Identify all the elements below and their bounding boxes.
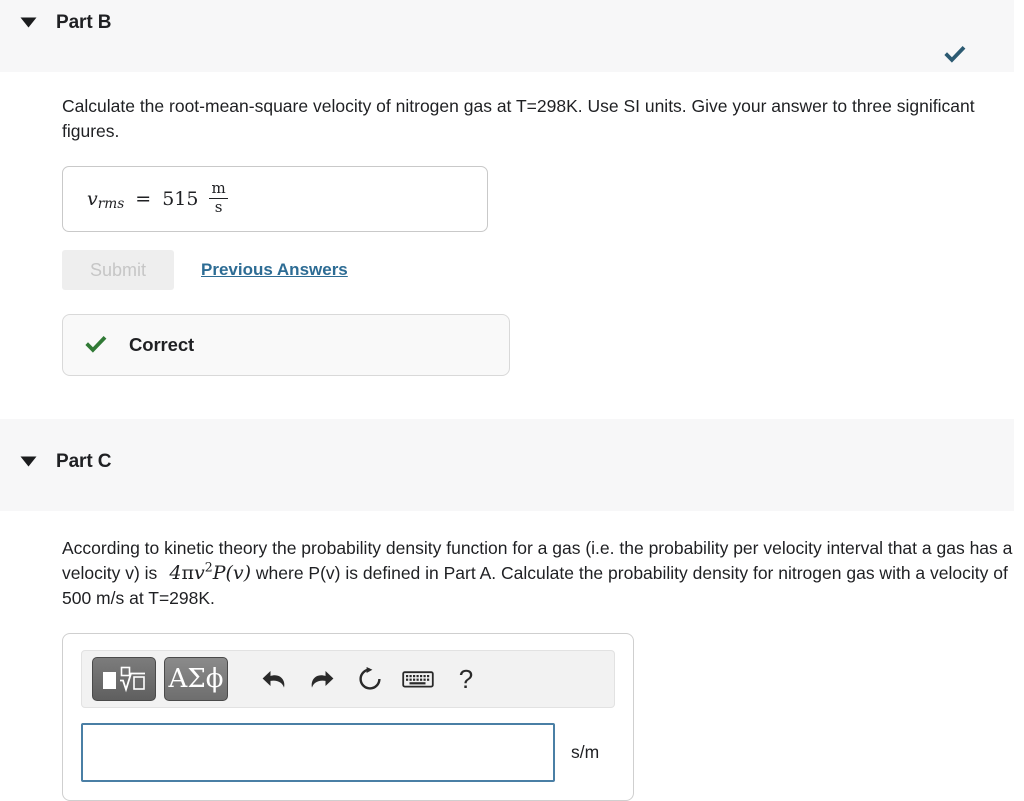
reset-icon[interactable]: [346, 658, 394, 700]
part-b-answer-formula: vrms = 515 m s: [87, 178, 228, 217]
answer-units-label: s/m: [571, 742, 600, 762]
part-c-body: According to kinetic theory the probabil…: [0, 511, 1024, 801]
part-c-header-band: Part C: [0, 419, 1014, 511]
answer-unit-denominator: s: [209, 197, 228, 216]
answer-unit-numerator: m: [211, 178, 226, 197]
part-c-question-formula: 4πv2P(v): [157, 559, 252, 584]
part-b-answer-box: vrms = 515 m s: [62, 166, 488, 232]
answer-equals: =: [135, 188, 152, 210]
undo-icon[interactable]: [250, 658, 298, 700]
part-b-header-row[interactable]: Part B: [0, 0, 1014, 42]
answer-variable: vrms: [87, 188, 125, 212]
part-b-question-text: Calculate the root-mean-square velocity …: [62, 96, 975, 141]
answer-unit-fraction: m s: [209, 178, 228, 216]
math-template-button[interactable]: [92, 657, 156, 701]
part-c-entry-row: s/m: [81, 723, 615, 782]
greek-symbols-button[interactable]: ΑΣϕ: [164, 657, 228, 701]
part-b-actions: Submit Previous Answers: [62, 250, 1014, 290]
keyboard-icon[interactable]: [394, 658, 442, 700]
submit-button[interactable]: Submit: [62, 250, 174, 290]
part-b-feedback-banner: Correct: [62, 314, 510, 376]
greek-symbols-label: ΑΣϕ: [168, 664, 224, 694]
answer-value: 515: [162, 188, 199, 210]
redo-icon[interactable]: [298, 658, 346, 700]
part-c-header-row[interactable]: Part C: [0, 419, 1014, 481]
help-label: ?: [458, 664, 474, 694]
part-c-question-text: According to kinetic theory the probabil…: [62, 536, 1014, 611]
check-icon: [942, 44, 968, 66]
math-toolbar: ΑΣϕ ?: [81, 650, 615, 708]
part-c-title: Part C: [56, 450, 112, 472]
part-b-title: Part B: [56, 11, 112, 33]
help-icon[interactable]: ?: [442, 658, 490, 700]
part-b-body: Calculate the root-mean-square velocity …: [0, 72, 1024, 376]
caret-down-icon[interactable]: [0, 17, 56, 28]
answer-input[interactable]: [81, 723, 555, 782]
previous-answers-link[interactable]: Previous Answers: [201, 260, 348, 280]
check-icon: [63, 334, 129, 356]
part-c-answer-entry-card: ΑΣϕ ? s/m: [62, 633, 634, 801]
caret-down-icon[interactable]: [0, 456, 56, 467]
part-b-header-band: Part B: [0, 0, 1014, 72]
feedback-label: Correct: [129, 334, 195, 355]
